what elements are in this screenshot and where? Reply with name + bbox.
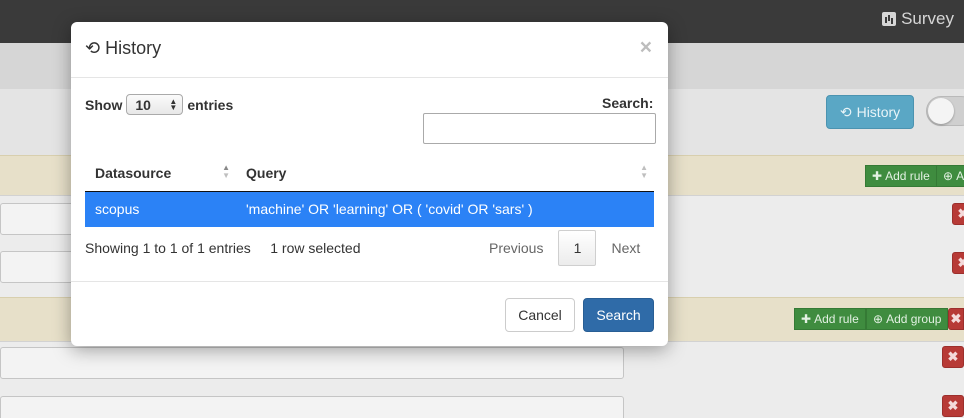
plus-circle-icon: ⊕ <box>943 169 954 183</box>
page-length-value: 10 <box>135 96 151 113</box>
add-rule-button-2[interactable]: ✚ Add rule <box>794 308 866 330</box>
delete-icon: ✖ <box>947 349 959 364</box>
brand-label: Survey <box>901 9 954 28</box>
search-input[interactable] <box>423 113 656 144</box>
page-length-select[interactable]: 10 ▲ ▼ <box>126 94 184 115</box>
selection-text: 1 row selected <box>270 240 361 256</box>
sort-icon: ▲ ▼ <box>222 163 230 180</box>
plus-circle-icon: ⊕ <box>873 312 884 326</box>
entries-label: entries <box>187 96 234 113</box>
table-row[interactable]: scopus 'machine' OR 'learning' OR ( 'cov… <box>85 191 654 227</box>
modal-title-text: History <box>105 38 162 58</box>
current-page-button[interactable]: 1 <box>558 230 597 266</box>
history-modal: ⟲ History × Show 10 ▲ ▼ entries Search: D… <box>71 22 668 346</box>
history-table: Datasource ▲ ▼ Query ▲ ▼ scopus 'machine' … <box>85 155 654 227</box>
delete-icon: ✖ <box>957 255 964 270</box>
add-rule-label: Add rule <box>885 169 930 183</box>
table-info: Showing 1 to 1 of 1 entries 1 row select… <box>85 240 361 256</box>
delete-rule-button-4[interactable]: ✖ <box>942 395 964 417</box>
history-icon: ⟲ <box>839 103 852 120</box>
search-label: Search: <box>602 95 654 111</box>
rule-input-4[interactable] <box>0 396 624 418</box>
modal-header: ⟲ History × <box>71 22 668 78</box>
show-label: Show <box>85 96 123 113</box>
column-header-datasource[interactable]: Datasource ▲ ▼ <box>85 155 236 192</box>
add-group-button-1[interactable]: ⊕ A <box>936 165 964 187</box>
delete-icon: ✖ <box>950 311 962 326</box>
close-icon[interactable]: × <box>640 36 652 60</box>
rule-input-3[interactable] <box>0 347 624 379</box>
pagination: Previous 1 Next <box>474 230 655 266</box>
sort-icon: ▲ ▼ <box>640 163 648 180</box>
delete-icon: ✖ <box>957 206 964 221</box>
plus-icon: ✚ <box>801 312 812 326</box>
delete-rule-button-3[interactable]: ✖ <box>942 346 964 368</box>
history-button-label: History <box>856 104 901 120</box>
history-button[interactable]: ⟲ History <box>826 95 914 129</box>
table-header-row: Datasource ▲ ▼ Query ▲ ▼ <box>85 155 654 192</box>
add-group-label: Add group <box>886 312 942 326</box>
column-header-label: Datasource <box>95 164 172 181</box>
cancel-button[interactable]: Cancel <box>505 298 575 332</box>
delete-rule-button-2[interactable]: ✖ <box>952 252 964 274</box>
modal-footer: Cancel Search <box>71 281 668 346</box>
cell-datasource: scopus <box>85 191 236 227</box>
add-group-label-truncated: A <box>956 169 964 183</box>
cell-query: 'machine' OR 'learning' OR ( 'covid' OR … <box>236 191 654 227</box>
column-header-query[interactable]: Query ▲ ▼ <box>236 155 654 192</box>
column-header-label: Query <box>246 164 287 181</box>
plus-icon: ✚ <box>872 169 883 183</box>
page-length-control: Show 10 ▲ ▼ entries <box>85 94 233 115</box>
bar-chart-icon <box>882 12 897 26</box>
search-button[interactable]: Search <box>583 298 654 332</box>
add-group-button-2[interactable]: ⊕ Add group <box>866 308 949 330</box>
delete-icon: ✖ <box>947 398 959 413</box>
info-text: Showing 1 to 1 of 1 entries <box>85 240 251 256</box>
add-rule-label: Add rule <box>814 312 859 326</box>
delete-rule-button-1[interactable]: ✖ <box>952 203 964 225</box>
history-icon: ⟲ <box>85 38 101 58</box>
toggle-switch[interactable] <box>926 96 964 126</box>
modal-title: ⟲ History <box>85 38 161 59</box>
delete-group-button[interactable]: ✖ <box>948 308 964 330</box>
select-arrows-icon: ▲ ▼ <box>169 96 178 112</box>
next-page-button[interactable]: Next <box>596 240 655 256</box>
brand[interactable]: Survey <box>882 9 954 29</box>
add-rule-button-1[interactable]: ✚ Add rule <box>865 165 937 187</box>
previous-page-button[interactable]: Previous <box>474 240 558 256</box>
